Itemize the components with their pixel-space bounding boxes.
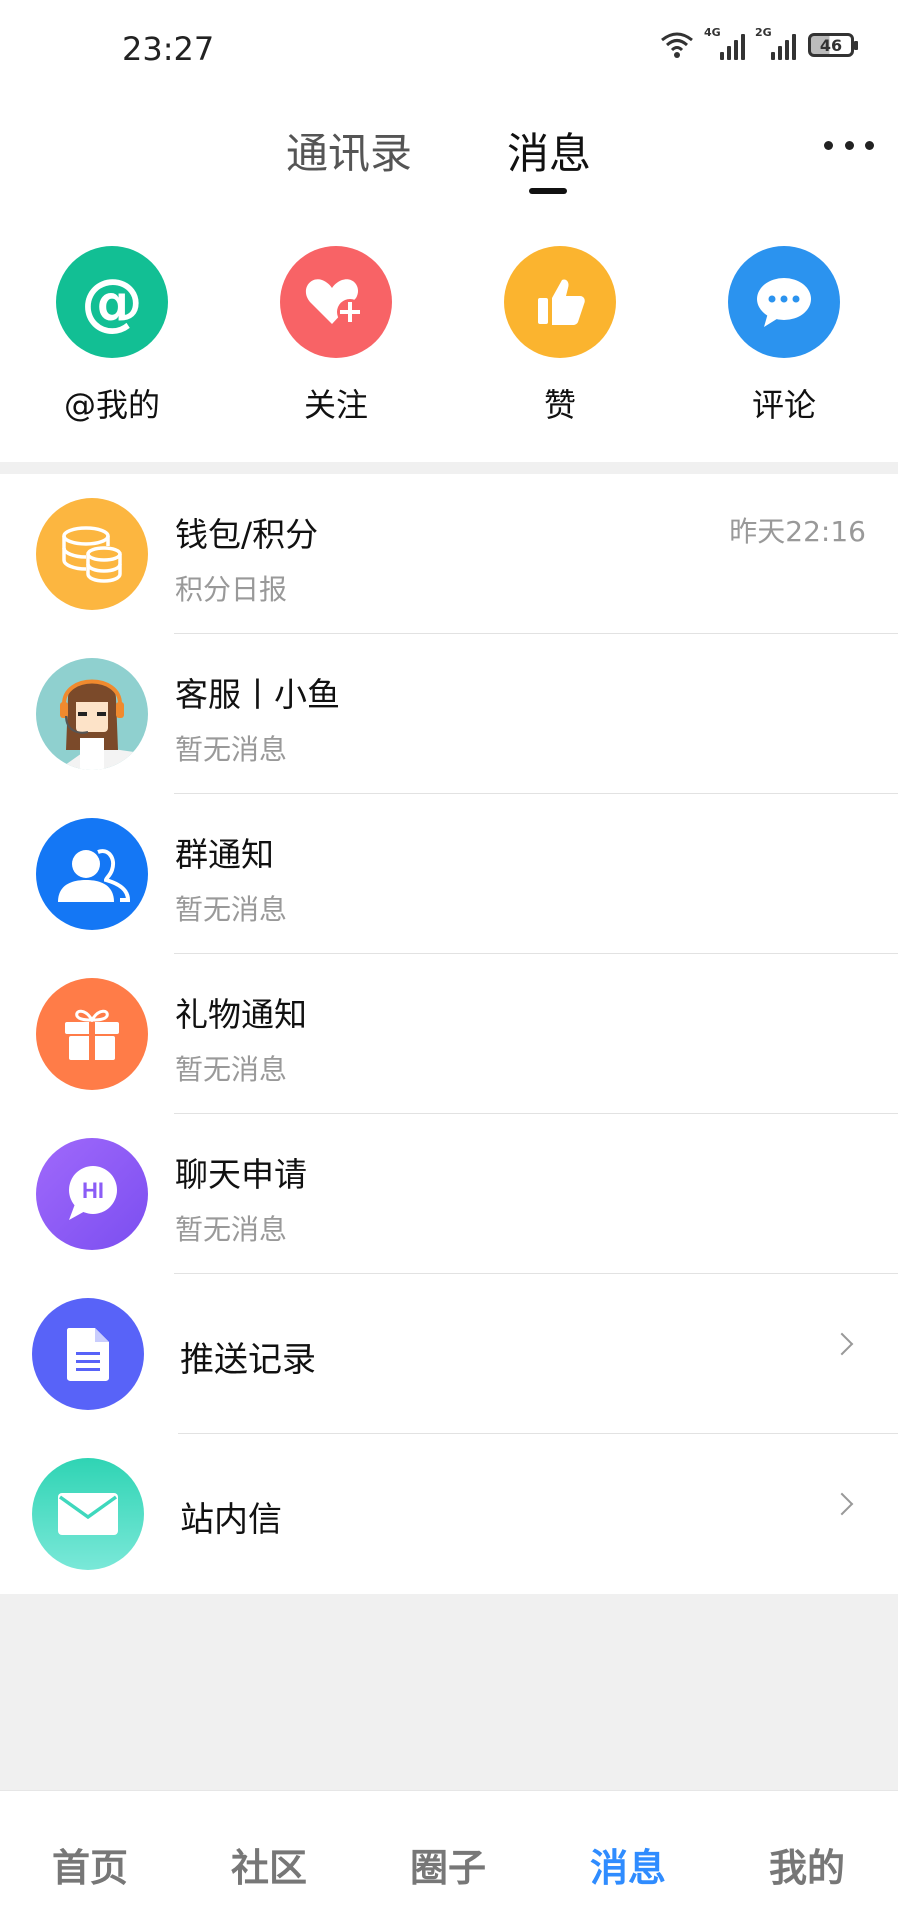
list-item-site-messages[interactable]: 站内信: [0, 1434, 898, 1594]
active-tab-indicator: [529, 188, 567, 194]
list-item-title: 聊天申请: [175, 1155, 307, 1194]
list-item-title: 礼物通知: [175, 995, 307, 1034]
quick-action-mentions[interactable]: @ @我的: [32, 246, 192, 426]
gift-icon: [36, 978, 148, 1090]
quick-action-likes[interactable]: 赞: [480, 246, 640, 426]
status-icons: 4G 2G 46: [660, 26, 858, 60]
list-item-time: 昨天22:16: [729, 515, 866, 548]
list-item-title: 推送记录: [180, 1340, 316, 1380]
network-type-label: 2G: [755, 26, 772, 39]
heart-plus-icon: [280, 246, 392, 358]
quick-action-label: 评论: [751, 386, 816, 424]
list-item-title: 站内信: [180, 1500, 282, 1540]
customer-service-avatar: [36, 658, 148, 770]
at-icon: @: [56, 246, 168, 358]
message-list: 钱包/积分 积分日报 昨天22:16 客服丨小鱼 暂无消息 群通知 暂无消息 礼…: [0, 474, 898, 1594]
list-item-gift-notice[interactable]: 礼物通知 暂无消息: [0, 954, 898, 1114]
svg-text:HI: HI: [82, 1178, 104, 1203]
list-item-chat-request[interactable]: HI 聊天申请 暂无消息: [0, 1114, 898, 1274]
signal-2g-icon: 2G: [755, 26, 796, 60]
quick-actions: @ @我的 关注 赞 评论: [0, 210, 898, 462]
chevron-right-icon: [830, 1492, 854, 1516]
battery-icon: 46: [808, 33, 858, 57]
tab-contacts[interactable]: 通讯录: [286, 120, 412, 181]
chevron-right-icon: [830, 1332, 854, 1356]
top-tabs: 通讯录 消息: [0, 100, 898, 210]
nav-circles[interactable]: 圈子: [388, 1837, 508, 1892]
quick-action-comments[interactable]: 评论: [704, 246, 864, 426]
document-icon: [32, 1298, 144, 1410]
mail-icon: [32, 1458, 144, 1570]
list-item-title: 群通知: [175, 835, 274, 874]
nav-home[interactable]: 首页: [30, 1837, 150, 1892]
network-type-label: 4G: [704, 26, 721, 39]
list-item-customer-service[interactable]: 客服丨小鱼 暂无消息: [0, 634, 898, 794]
quick-action-label: 关注: [303, 386, 368, 424]
nav-profile[interactable]: 我的: [747, 1837, 867, 1892]
battery-level: 46: [819, 35, 843, 55]
more-dots-icon[interactable]: [824, 130, 874, 160]
list-item-title: 钱包/积分: [175, 515, 319, 554]
hi-chat-icon: HI: [36, 1138, 148, 1250]
list-item-subtitle: 积分日报: [175, 573, 288, 606]
list-item-subtitle: 暂无消息: [175, 1053, 288, 1086]
signal-4g-icon: 4G: [704, 26, 745, 60]
nav-messages[interactable]: 消息: [568, 1837, 688, 1892]
thumbs-up-icon: [504, 246, 616, 358]
list-item-title: 客服丨小鱼: [175, 675, 340, 714]
list-item-wallet[interactable]: 钱包/积分 积分日报 昨天22:16: [0, 474, 898, 634]
quick-action-label: 赞: [543, 386, 576, 424]
status-time: 23:27: [122, 30, 215, 68]
quick-action-follow[interactable]: 关注: [256, 246, 416, 426]
quick-action-label: @我的: [63, 386, 160, 424]
list-item-subtitle: 暂无消息: [175, 1213, 288, 1246]
status-bar: 23:27 4G 2G 46: [0, 0, 898, 100]
list-item-subtitle: 暂无消息: [175, 893, 288, 926]
coins-icon: [36, 498, 148, 610]
bottom-nav: 首页 社区 圈子 消息 我的: [0, 1790, 898, 1921]
nav-community[interactable]: 社区: [209, 1837, 329, 1892]
list-item-push-records[interactable]: 推送记录: [0, 1274, 898, 1434]
comment-bubble-icon: [728, 246, 840, 358]
list-item-group-notice[interactable]: 群通知 暂无消息: [0, 794, 898, 954]
list-item-subtitle: 暂无消息: [175, 733, 288, 766]
wifi-icon: [661, 32, 693, 58]
tab-messages[interactable]: 消息: [507, 120, 591, 181]
group-users-icon: [36, 818, 148, 930]
